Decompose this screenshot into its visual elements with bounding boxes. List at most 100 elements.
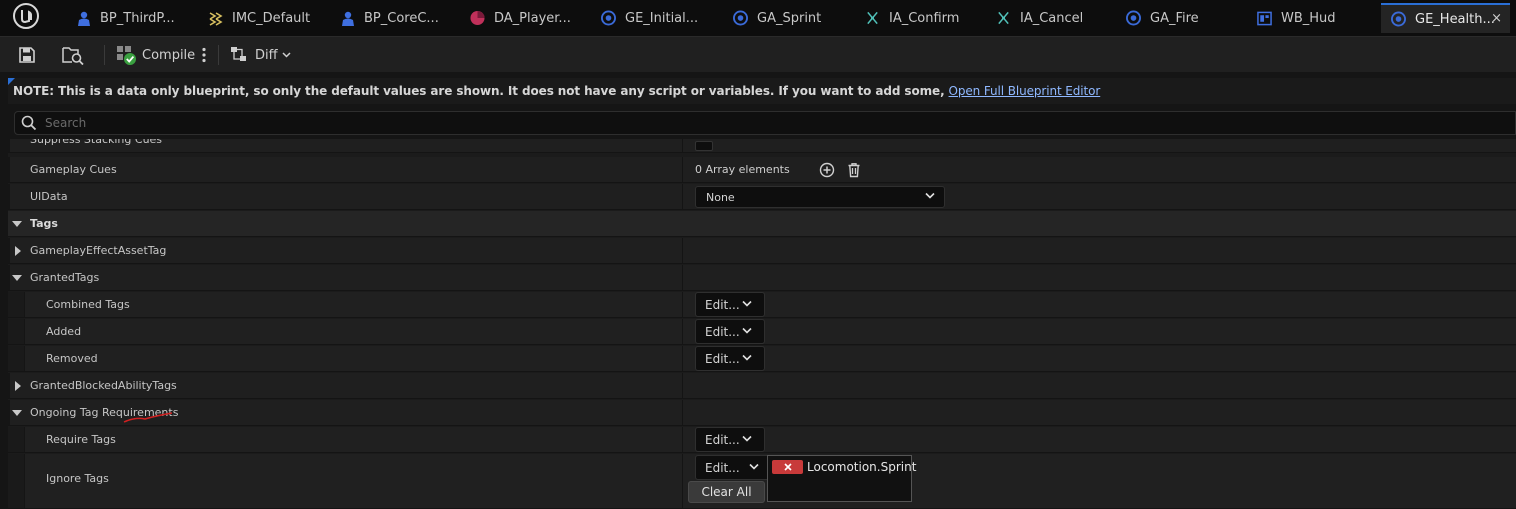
panel-corner-marker <box>8 78 15 85</box>
chevron-down-icon <box>742 435 752 442</box>
property-row-combined-tags: Combined Tags Edit... <box>8 292 1516 318</box>
suppress-stacking-cues-checkbox[interactable] <box>695 141 713 151</box>
details-search[interactable] <box>14 111 1516 135</box>
chevron-down-icon <box>749 463 759 470</box>
property-row-uidata: UIData None <box>8 184 1516 210</box>
property-row-added: Added Edit... <box>8 319 1516 345</box>
property-label: Removed <box>46 352 98 365</box>
removed-edit-button[interactable]: Edit... <box>695 346 765 371</box>
property-label: GrantedTags <box>30 271 100 284</box>
tab-wb-hud[interactable]: WB_Hud <box>1257 3 1377 33</box>
close-icon[interactable]: × <box>1491 11 1502 26</box>
edit-label: Edit... <box>705 351 740 366</box>
gameplay-ability-icon <box>1126 10 1141 26</box>
tab-bp-corecharacter[interactable]: BP_CoreC... <box>340 3 460 33</box>
save-button[interactable] <box>18 41 36 69</box>
property-row-granted-blocked-ability-tags[interactable]: GrantedBlockedAbilityTags <box>8 373 1516 399</box>
tab-label: IMC_Default <box>232 10 311 26</box>
property-row-granted-tags[interactable]: GrantedTags <box>8 265 1516 291</box>
gameplay-ability-icon <box>733 10 748 26</box>
tab-label: IA_Confirm <box>889 10 960 26</box>
property-label: Require Tags <box>46 433 116 446</box>
property-label: Gameplay Cues <box>30 163 117 176</box>
compile-button[interactable]: Compile <box>116 41 195 69</box>
toolbar-separator <box>218 45 219 65</box>
property-label: GrantedBlockedAbilityTags <box>30 379 177 392</box>
save-icon <box>19 47 35 63</box>
chevron-down-icon <box>742 327 752 334</box>
person-icon <box>76 11 91 26</box>
browse-button[interactable] <box>62 41 84 69</box>
category-label: Tags <box>30 217 58 230</box>
ignore-tags-list: Locomotion.Sprint <box>767 455 916 502</box>
browse-folder-icon <box>62 47 84 65</box>
compile-success-icon <box>117 46 136 65</box>
tab-da-player[interactable]: DA_Player... <box>470 3 590 33</box>
property-label: Suppress Stacking Cues <box>30 139 163 146</box>
tab-ia-cancel[interactable]: IA_Cancel <box>996 3 1116 33</box>
compile-options-button[interactable] <box>199 41 209 69</box>
ignore-tags-edit-button[interactable]: Edit... <box>695 455 772 480</box>
property-row-gameplay-effect-asset-tag[interactable]: GameplayEffectAssetTag <box>8 238 1516 264</box>
tab-label: GE_Health... <box>1415 11 1495 27</box>
property-label: Ignore Tags <box>46 472 109 485</box>
tab-ga-fire[interactable]: GA_Fire <box>1126 3 1246 33</box>
property-row-removed: Removed Edit... <box>8 346 1516 372</box>
collapse-arrow-icon[interactable] <box>11 265 23 291</box>
require-tags-edit-button[interactable]: Edit... <box>695 427 765 452</box>
edit-label: Edit... <box>705 324 740 339</box>
property-row-gameplay-cues: Gameplay Cues 0 Array elements <box>8 157 1516 183</box>
array-count: 0 Array elements <box>695 163 790 176</box>
property-row-ongoing-tag-requirements[interactable]: Ongoing Tag Requirements <box>8 400 1516 426</box>
annotation-underline <box>123 412 173 423</box>
chevron-down-icon <box>925 192 935 199</box>
more-options-icon <box>202 47 206 63</box>
tab-bar: BP_ThirdP... IMC_Default BP_CoreC... DA_… <box>0 0 1516 36</box>
tab-label: BP_CoreC... <box>364 10 439 26</box>
compile-label: Compile <box>142 47 196 63</box>
tab-label: IA_Cancel <box>1020 10 1084 26</box>
tab-bp-thirdperson[interactable]: BP_ThirdP... <box>76 3 196 33</box>
widget-blueprint-icon <box>1257 11 1272 26</box>
tab-ia-confirm[interactable]: IA_Confirm <box>865 3 985 33</box>
combined-tags-edit-button[interactable]: Edit... <box>695 292 765 317</box>
collapse-arrow-icon[interactable] <box>11 211 23 237</box>
data-asset-icon <box>470 10 485 26</box>
search-icon <box>21 115 37 131</box>
expand-arrow-icon[interactable] <box>12 238 24 264</box>
diff-label: Diff <box>255 47 278 63</box>
category-tags[interactable]: Tags <box>8 211 1516 237</box>
tab-ga-sprint[interactable]: GA_Sprint <box>733 3 853 33</box>
add-element-icon[interactable] <box>819 162 835 178</box>
chevron-down-icon <box>742 354 752 361</box>
toolbar: Compile Diff <box>0 36 1516 72</box>
diff-button[interactable]: Diff <box>230 41 291 69</box>
tab-label: GE_Initial... <box>625 10 699 26</box>
collapse-arrow-icon[interactable] <box>11 400 23 426</box>
added-edit-button[interactable]: Edit... <box>695 319 765 344</box>
search-input[interactable] <box>45 116 1445 130</box>
dropdown-value: None <box>706 190 735 204</box>
property-label: Added <box>46 325 82 338</box>
unreal-logo-icon[interactable] <box>12 2 40 30</box>
data-only-notice: NOTE: This is a data only blueprint, so … <box>8 78 1516 104</box>
open-full-blueprint-editor-link[interactable]: Open Full Blueprint Editor <box>949 84 1101 98</box>
tag-label: Locomotion.Sprint <box>807 460 917 474</box>
tab-label: BP_ThirdP... <box>100 10 175 26</box>
tab-imc-default[interactable]: IMC_Default <box>208 3 328 33</box>
property-label: GameplayEffectAssetTag <box>30 244 167 257</box>
tag-chip: Locomotion.Sprint <box>772 460 916 474</box>
notice-text: NOTE: This is a data only blueprint, so … <box>13 84 945 98</box>
diff-icon <box>231 47 246 61</box>
clear-all-button[interactable]: Clear All <box>688 481 765 503</box>
tab-ge-health[interactable]: GE_Health... × <box>1381 3 1510 33</box>
tab-label: GA_Fire <box>1150 10 1199 26</box>
remove-tag-button[interactable] <box>772 460 803 474</box>
uidata-dropdown[interactable]: None <box>695 186 945 208</box>
tab-label: GA_Sprint <box>757 10 822 26</box>
trash-icon[interactable] <box>846 162 862 178</box>
property-row-suppress-stacking-cues: Suppress Stacking Cues <box>8 139 1516 153</box>
tab-ge-initial[interactable]: GE_Initial... <box>601 3 721 33</box>
person-icon <box>340 11 355 26</box>
expand-arrow-icon[interactable] <box>12 373 24 399</box>
